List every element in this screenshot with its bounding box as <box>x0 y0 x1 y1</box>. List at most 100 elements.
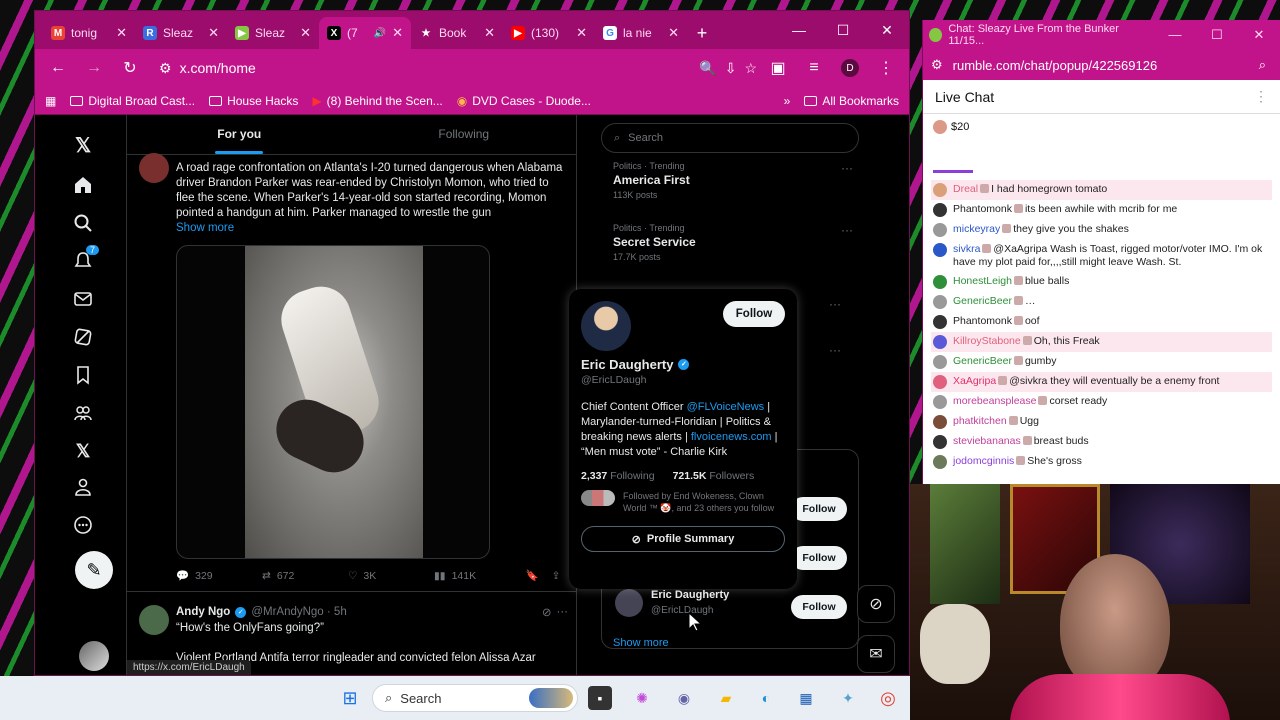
premium-icon[interactable]: 𝕏 <box>71 439 95 463</box>
chat-username[interactable]: XaAgripa <box>953 375 996 387</box>
taskbar-search[interactable]: ⌕ Search <box>372 684 578 712</box>
browser-tab[interactable]: ▶ (130) ✕ <box>503 17 595 49</box>
profile-summary-button[interactable]: ⊘ Profile Summary <box>581 526 785 552</box>
chat-avatar[interactable] <box>933 355 947 369</box>
like-button[interactable]: ♡ 3K <box>348 570 434 582</box>
apps-grid-icon[interactable]: ▦ <box>45 94 56 108</box>
chat-avatar[interactable] <box>933 335 947 349</box>
chat-avatar[interactable] <box>933 315 947 329</box>
bookmark-item[interactable]: ▶ (8) Behind the Scen... <box>312 94 442 108</box>
bookmark-item[interactable]: ◉ DVD Cases - Duode... <box>457 94 591 108</box>
search-icon[interactable]: ⌕ <box>1259 57 1266 73</box>
tab-for-you[interactable]: For you <box>127 115 352 154</box>
chat-avatar[interactable] <box>933 455 947 469</box>
chat-username[interactable]: mickeyray <box>953 223 1000 235</box>
close-window-icon[interactable]: ✕ <box>1238 27 1280 43</box>
more-options-icon[interactable]: ··· <box>829 343 841 357</box>
rant-pill[interactable]: $20 <box>923 114 1280 140</box>
chat-username[interactable]: morebeansplease <box>953 395 1036 407</box>
forward-icon[interactable]: → <box>79 53 109 83</box>
chat-avatar[interactable] <box>933 435 947 449</box>
close-icon[interactable]: ✕ <box>392 25 403 41</box>
bookmark-button[interactable]: 🔖 <box>520 569 544 582</box>
chat-username[interactable]: GenericBeer <box>953 355 1012 367</box>
following-stat[interactable]: 2,337 Following <box>581 470 655 482</box>
browser-tab[interactable]: Mtonig ✕ <box>43 17 135 49</box>
chat-avatar[interactable] <box>933 395 947 409</box>
close-icon[interactable]: ✕ <box>484 25 495 41</box>
browser-tab[interactable]: R Sleaz ✕ <box>135 17 227 49</box>
more-bookmarks-icon[interactable]: » <box>784 94 791 108</box>
search-icon[interactable] <box>71 211 95 235</box>
trend-item[interactable]: Politics · Trending America First 113K p… <box>613 161 853 200</box>
more-options-icon[interactable]: ··· <box>841 161 853 175</box>
bookmark-item[interactable]: Digital Broad Cast... <box>70 94 195 108</box>
hover-name[interactable]: Eric Daugherty <box>581 357 673 372</box>
communities-icon[interactable] <box>71 401 95 425</box>
zoom-icon[interactable]: 🔍 <box>699 60 716 77</box>
show-more-link[interactable]: Show more <box>613 637 669 649</box>
chat-avatar[interactable] <box>933 295 947 309</box>
reload-icon[interactable]: ↻ <box>115 53 145 83</box>
hover-avatar[interactable] <box>581 301 631 351</box>
chat-username[interactable]: Dreal <box>953 183 978 195</box>
x-logo-icon[interactable]: 𝕏 <box>71 133 95 157</box>
repost-button[interactable]: ⇄ 672 <box>262 570 348 582</box>
follow-button[interactable]: Follow <box>791 595 847 619</box>
close-icon[interactable]: ✕ <box>208 25 219 41</box>
menu-icon[interactable]: ⋮ <box>871 53 901 83</box>
follow-button[interactable]: Follow <box>791 546 847 570</box>
home-icon[interactable] <box>71 173 95 197</box>
minimize-icon[interactable]: — <box>1154 27 1196 43</box>
maximize-icon[interactable]: ☐ <box>1196 27 1238 43</box>
chat-avatar[interactable] <box>933 223 947 237</box>
more-options-icon[interactable]: ··· <box>829 297 841 311</box>
more-options-icon[interactable]: ··· <box>557 606 569 618</box>
chat-username[interactable]: Phantomonk <box>953 203 1012 215</box>
close-icon[interactable]: ✕ <box>300 25 311 41</box>
close-window-icon[interactable]: ✕ <box>865 11 909 49</box>
close-icon[interactable]: ✕ <box>668 25 679 41</box>
show-more-link[interactable]: Show more <box>176 222 234 234</box>
new-tab-button[interactable]: + <box>687 17 717 49</box>
maximize-icon[interactable]: ☐ <box>821 11 865 49</box>
post-video[interactable] <box>176 245 490 559</box>
file-explorer-icon[interactable]: ▰ <box>714 686 738 710</box>
reply-button[interactable]: 💬 329 <box>176 569 262 583</box>
browser-tab[interactable]: Gla nie ✕ <box>595 17 687 49</box>
search-input[interactable]: ⌕ Search <box>601 123 859 153</box>
chat-username[interactable]: KillroyStabone <box>953 335 1021 347</box>
teams-icon[interactable]: ◉ <box>672 686 696 710</box>
install-app-icon[interactable]: ⇩ <box>725 60 737 77</box>
chat-avatar[interactable] <box>933 243 947 257</box>
more-options-icon[interactable]: ··· <box>841 223 853 237</box>
trend-item[interactable]: Politics · Trending Secret Service 17.7K… <box>613 223 853 262</box>
close-icon[interactable]: ✕ <box>576 25 587 41</box>
address-bar[interactable]: ⚙ x.com/home 🔍 ⇩ ☆ <box>151 53 757 83</box>
chat-username[interactable]: HonestLeigh <box>953 275 1012 287</box>
copilot-icon[interactable]: ✺ <box>630 686 654 710</box>
site-info-icon[interactable]: ⚙ <box>159 60 172 77</box>
views-button[interactable]: ▮▮ 141K <box>434 570 520 582</box>
chrome-icon[interactable]: ◎ <box>876 686 900 710</box>
chat-username[interactable]: jodomcginnis <box>953 455 1014 467</box>
followers-stat[interactable]: 721.5K Followers <box>673 470 755 482</box>
back-icon[interactable]: ← <box>43 53 73 83</box>
profile-button[interactable]: D <box>835 53 865 83</box>
bookmark-item[interactable]: House Hacks <box>209 94 298 108</box>
browser-tab-active[interactable]: X (7 🔊 ✕ <box>319 17 411 49</box>
kebab-menu-icon[interactable]: ⋮ <box>1254 88 1268 105</box>
bookmark-star-icon[interactable]: ☆ <box>744 60 757 77</box>
minimize-icon[interactable]: — <box>777 11 821 49</box>
side-panel-icon[interactable]: ▣ <box>763 53 793 83</box>
chat-avatar[interactable] <box>933 183 947 197</box>
speaker-icon[interactable]: 🔊 <box>374 28 386 39</box>
chat-username[interactable]: phatkitchen <box>953 415 1007 427</box>
suggested-name[interactable]: Eric Daugherty <box>651 589 729 601</box>
notifications-icon[interactable]: 7 <box>71 245 99 273</box>
site-info-icon[interactable]: ⚙ <box>931 57 943 73</box>
chat-username[interactable]: steviebananas <box>953 435 1021 447</box>
bookmarks-icon[interactable] <box>71 363 95 387</box>
store-icon[interactable]: ▦ <box>794 686 818 710</box>
chat-avatar[interactable] <box>933 275 947 289</box>
